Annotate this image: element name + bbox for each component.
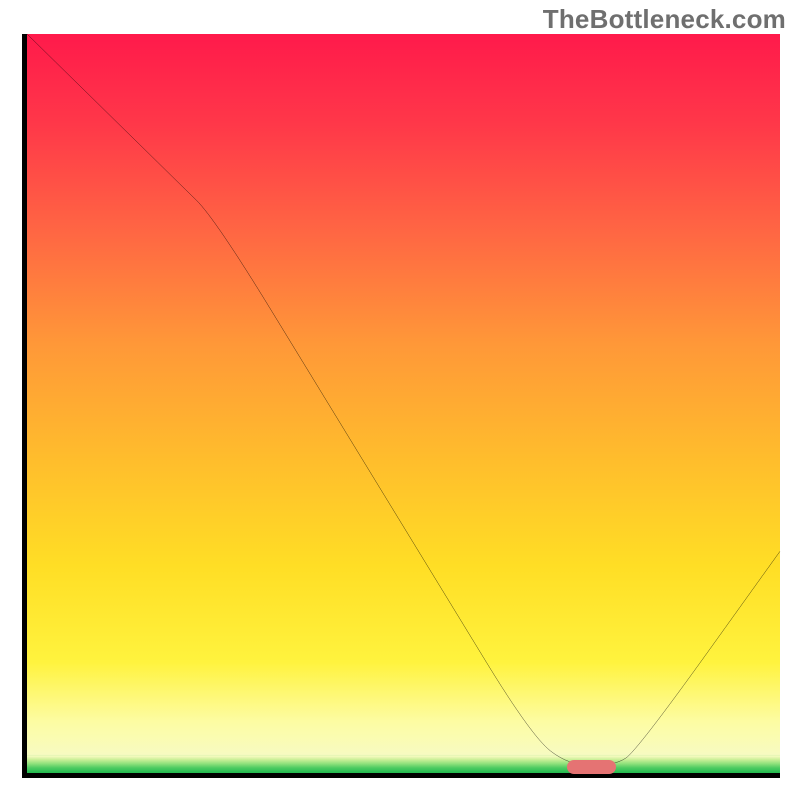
bottleneck-curve bbox=[27, 34, 780, 766]
watermark-text: TheBottleneck.com bbox=[543, 4, 786, 35]
optimal-marker bbox=[567, 760, 616, 774]
curve-layer bbox=[27, 34, 780, 773]
plot-area bbox=[22, 34, 780, 778]
chart-container: TheBottleneck.com bbox=[0, 0, 800, 800]
